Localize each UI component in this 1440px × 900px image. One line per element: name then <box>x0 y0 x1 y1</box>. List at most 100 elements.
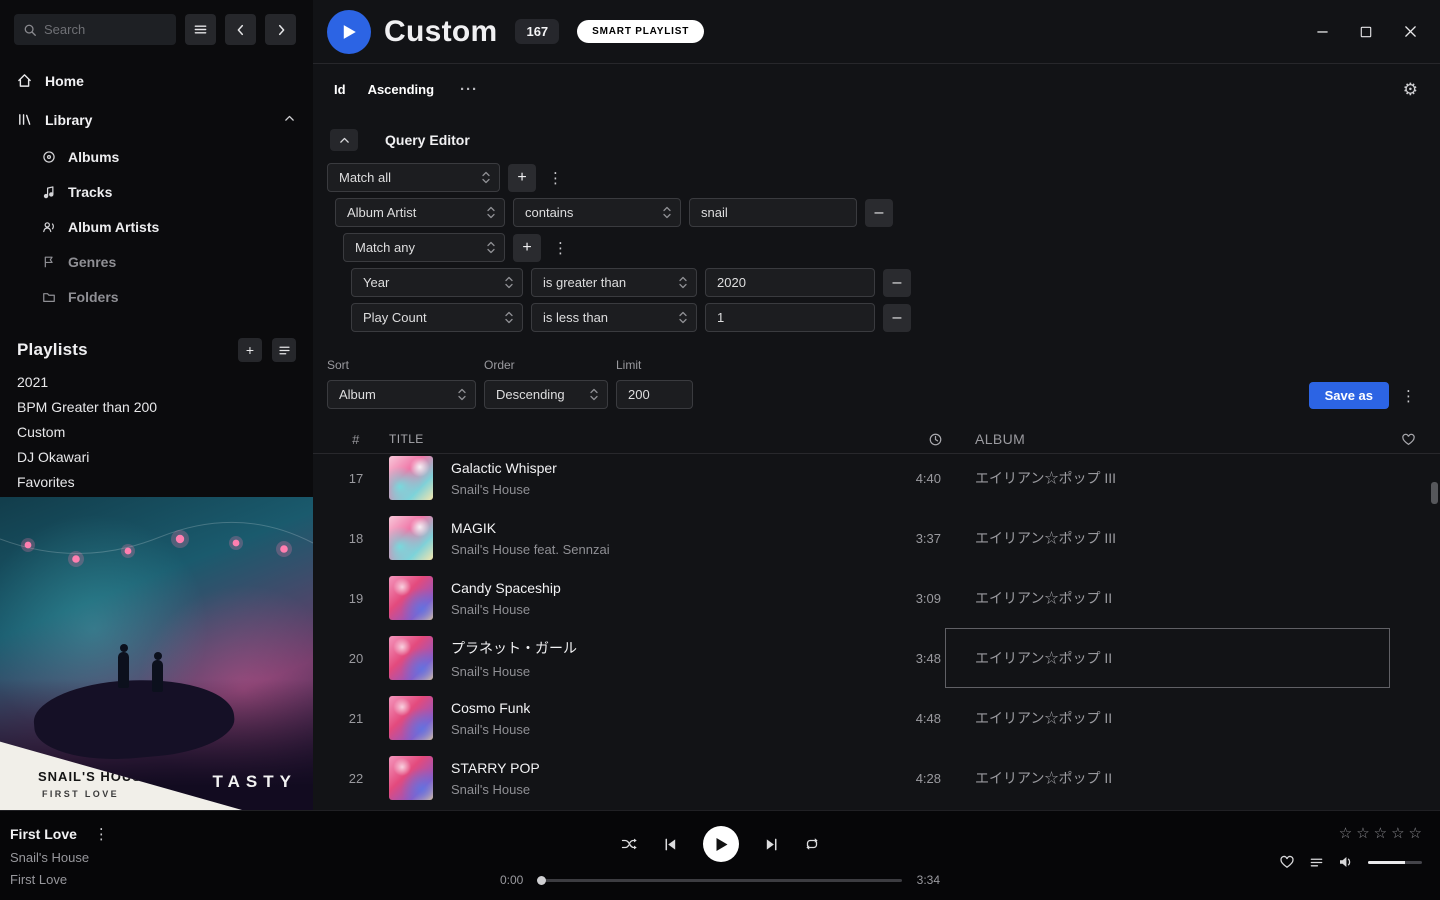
forward-button[interactable] <box>265 14 296 45</box>
column-header-favorite[interactable] <box>1390 432 1426 447</box>
select-caret-icon <box>679 311 687 324</box>
rule-field-select[interactable]: Year <box>351 268 523 297</box>
menu-button[interactable] <box>185 14 216 45</box>
play-pause-button[interactable] <box>703 826 739 862</box>
match-type-select[interactable]: Match all <box>327 163 500 192</box>
playlist-list: 2021 BPM Greater than 200 Custom DJ Okaw… <box>0 362 313 502</box>
remove-rule-button[interactable]: – <box>883 304 911 332</box>
table-scrollbar-thumb[interactable] <box>1431 482 1438 504</box>
queue-button[interactable] <box>1309 855 1324 870</box>
volume-button[interactable] <box>1338 854 1354 870</box>
table-row[interactable]: 20 プラネット・ガール Snail's House 3:48 エイリアン☆ポッ… <box>313 628 1440 688</box>
sidebar-item-library[interactable]: Library <box>0 100 313 139</box>
star-icon[interactable]: ☆ <box>1409 826 1422 841</box>
rule-value-input[interactable] <box>689 198 857 227</box>
save-as-button[interactable]: Save as <box>1309 382 1389 409</box>
limit-input[interactable] <box>616 380 693 409</box>
column-header-title[interactable]: TITLE <box>389 432 855 446</box>
add-rule-button[interactable]: + <box>508 164 536 192</box>
now-playing-title[interactable]: First Love <box>10 826 77 842</box>
order-field-group: Order Descending <box>484 358 608 409</box>
heart-icon <box>1401 432 1416 447</box>
sort-select[interactable]: Album <box>327 380 476 409</box>
sidebar-item-tracks[interactable]: Tracks <box>0 174 313 209</box>
rule-operator-select[interactable]: is greater than <box>531 268 697 297</box>
table-row[interactable]: 19 Candy Spaceship Snail's House 3:09 エイ… <box>313 568 1440 628</box>
track-thumbnail <box>389 456 433 500</box>
playlist-list-button[interactable] <box>272 338 296 362</box>
sidebar-item-albums[interactable]: Albums <box>0 139 313 174</box>
rule-value-input[interactable] <box>705 268 875 297</box>
sidebar-item-album-artists[interactable]: Album Artists <box>0 209 313 244</box>
window-minimize-button[interactable] <box>1314 24 1330 40</box>
add-rule-button[interactable]: + <box>513 234 541 262</box>
volume-slider[interactable] <box>1368 861 1422 864</box>
table-row[interactable]: 22 STARRY POP Snail's House 4:28 エイリアン☆ポ… <box>313 748 1440 808</box>
sidebar-item-label: Albums <box>68 149 119 165</box>
sidebar-item-home[interactable]: Home <box>0 61 313 100</box>
previous-button[interactable] <box>663 837 678 852</box>
rule-value-input[interactable] <box>705 303 875 332</box>
chevron-up-icon[interactable] <box>283 112 296 128</box>
rule-group-menu-button[interactable]: ⋮ <box>549 239 572 257</box>
playlist-item[interactable]: DJ Okawari <box>17 450 296 464</box>
star-icon[interactable]: ☆ <box>1356 826 1369 841</box>
star-icon[interactable]: ☆ <box>1339 826 1352 841</box>
track-duration: 3:37 <box>855 531 945 546</box>
now-playing-album-art[interactable]: SNAIL'S HOUSE FIRST LOVE TASTY <box>0 497 313 810</box>
now-playing-album[interactable]: First Love <box>10 872 310 887</box>
query-menu-button[interactable]: ⋮ <box>1397 382 1420 409</box>
search-box[interactable] <box>14 14 176 45</box>
rule-field-select[interactable]: Play Count <box>351 303 523 332</box>
sidebar-item-genres[interactable]: Genres <box>0 244 313 279</box>
star-icon[interactable]: ☆ <box>1391 826 1404 841</box>
sidebar-item-folders[interactable]: Folders <box>0 279 313 314</box>
table-row[interactable]: 21 Cosmo Funk Snail's House 4:48 エイリアン☆ポ… <box>313 688 1440 748</box>
rule-operator-select[interactable]: is less than <box>531 303 697 332</box>
query-rule-row: Play Count is less than – <box>351 303 1426 332</box>
next-button[interactable] <box>764 837 779 852</box>
table-row[interactable]: 18 MAGIK Snail's House feat. Sennzai 3:3… <box>313 508 1440 568</box>
track-album: エイリアン☆ポップ II <box>945 708 1390 728</box>
play-icon <box>342 24 357 40</box>
playlist-item[interactable]: 2021 <box>17 375 296 389</box>
now-playing-artist[interactable]: Snail's House <box>10 850 310 865</box>
back-button[interactable] <box>225 14 256 45</box>
sort-order-button[interactable]: Ascending <box>368 82 434 97</box>
order-select[interactable]: Descending <box>484 380 608 409</box>
match-type-select[interactable]: Match any <box>343 233 505 262</box>
playlist-item[interactable]: Custom <box>17 425 296 439</box>
collapse-query-editor-button[interactable] <box>330 129 358 151</box>
column-header-album[interactable]: ALBUM <box>945 431 1390 447</box>
playlist-item[interactable]: Favorites <box>17 475 296 489</box>
favorite-button[interactable] <box>1279 854 1295 870</box>
rule-operator-select[interactable]: contains <box>513 198 681 227</box>
add-playlist-button[interactable]: + <box>238 338 262 362</box>
seek-slider[interactable] <box>538 879 901 882</box>
remove-rule-button[interactable]: – <box>865 199 893 227</box>
more-options-button[interactable]: ··· <box>460 81 478 98</box>
sort-field-button[interactable]: Id <box>334 82 346 97</box>
settings-gear-button[interactable]: ⚙ <box>1403 80 1418 100</box>
window-close-button[interactable] <box>1402 24 1418 40</box>
column-header-duration[interactable] <box>855 432 945 447</box>
rule-field-select[interactable]: Album Artist <box>335 198 505 227</box>
repeat-button[interactable] <box>804 836 820 852</box>
seek-slider-thumb[interactable] <box>537 876 546 885</box>
now-playing-menu-button[interactable]: ⋮ <box>90 825 113 843</box>
select-caret-icon <box>505 276 513 289</box>
sidebar: Home Library Albums Tracks <box>0 0 313 810</box>
play-playlist-button[interactable] <box>327 10 371 54</box>
star-icon[interactable]: ☆ <box>1374 826 1387 841</box>
track-count-badge: 167 <box>515 19 559 44</box>
table-row[interactable]: 17 Galactic Whisper Snail's House 4:40 エ… <box>313 454 1440 508</box>
window-maximize-button[interactable] <box>1358 24 1374 40</box>
shuffle-button[interactable] <box>621 836 638 852</box>
column-header-index[interactable]: # <box>323 432 389 447</box>
playlist-item[interactable]: BPM Greater than 200 <box>17 400 296 414</box>
remove-rule-button[interactable]: – <box>883 269 911 297</box>
query-editor-header: Query Editor <box>330 129 1426 151</box>
search-input[interactable] <box>44 22 167 37</box>
track-album-focused[interactable]: エイリアン☆ポップ II <box>945 628 1390 688</box>
rule-group-menu-button[interactable]: ⋮ <box>544 169 567 187</box>
